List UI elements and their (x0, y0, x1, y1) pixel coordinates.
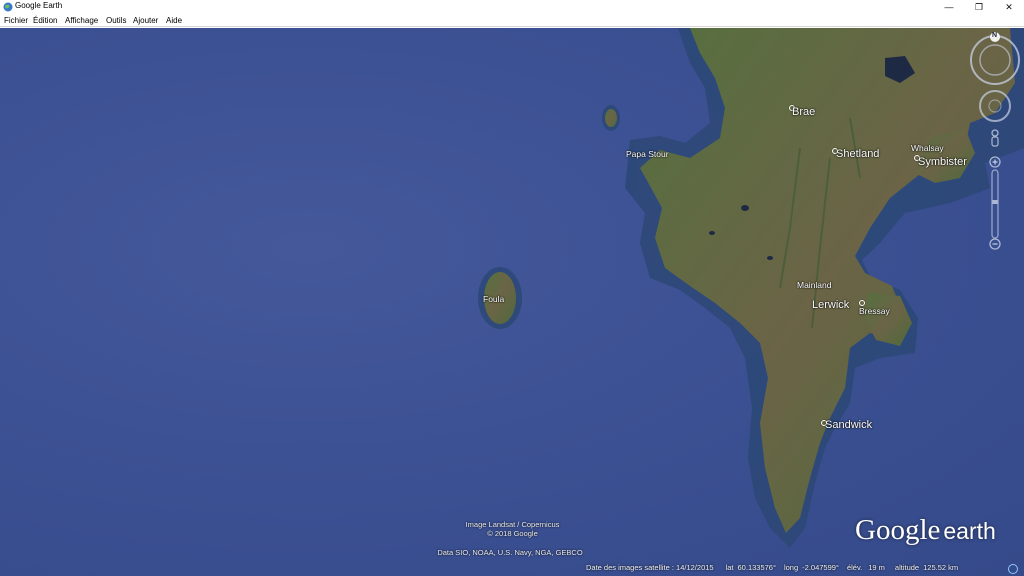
lat-value: 60.133576° (737, 563, 776, 572)
altitude-value: 125.52 km (923, 563, 959, 572)
place-label-symbister[interactable]: Symbister (918, 156, 967, 168)
compass-north-letter: N (992, 32, 998, 39)
status-bar: Date des images satellite : 14/12/2015 l… (586, 563, 958, 574)
elev-value: 19 m (868, 563, 885, 572)
close-button[interactable]: ✕ (994, 0, 1024, 14)
elev-label: élév. (846, 563, 863, 572)
menu-affichage[interactable]: Affichage (65, 16, 98, 25)
imagery-source: Image Landsat / Copernicus (465, 520, 560, 529)
minimize-icon: — (944, 2, 954, 12)
place-label-sandwick[interactable]: Sandwick (825, 419, 872, 431)
google-earth-logo: Google earth (855, 514, 996, 547)
lat-label: lat (725, 563, 734, 572)
menu-edition[interactable]: Édition (33, 16, 57, 25)
map-view[interactable]: Brae Shetland Whalsay Symbister Papa Sto… (0, 28, 1024, 576)
close-icon: ✕ (1005, 1, 1013, 12)
look-joystick[interactable] (979, 90, 1011, 122)
google-earth-app-icon (3, 2, 13, 12)
maximize-button[interactable]: ❐ (964, 0, 994, 14)
title-bar: Google Earth — ❐ ✕ (0, 0, 1024, 14)
street-view-pegman-icon[interactable] (991, 129, 999, 147)
menu-ajouter[interactable]: Ajouter (133, 16, 158, 25)
place-label-mainland[interactable]: Mainland (797, 280, 832, 290)
imagery-copyright: © 2018 Google (487, 529, 538, 538)
place-label-papa-stour[interactable]: Papa Stour (626, 149, 669, 159)
logo-brand: Google (855, 514, 941, 546)
place-label-shetland[interactable]: Shetland (836, 148, 879, 160)
long-label: long (783, 563, 799, 572)
menu-fichier[interactable]: Fichier (4, 16, 28, 25)
data-attribution: Data SIO, NOAA, U.S. Navy, NGA, GEBCO (437, 548, 583, 557)
logo-product: earth (943, 518, 996, 544)
place-label-lerwick[interactable]: Lerwick (812, 299, 849, 311)
zoom-slider[interactable] (989, 156, 1001, 250)
navigation-controls: N (965, 30, 1024, 280)
menu-aide[interactable]: Aide (166, 16, 182, 25)
place-label-whalsay[interactable]: Whalsay (911, 143, 944, 153)
altitude-label: altitude (894, 563, 920, 572)
imagery-date: Date des images satellite : 14/12/2015 (586, 563, 714, 572)
compass-ring[interactable] (970, 32, 1020, 85)
place-label-brae[interactable]: Brae (792, 106, 815, 118)
satellite-imagery (478, 28, 1024, 548)
menu-bar: Fichier Édition Affichage Outils Ajouter… (0, 14, 1024, 27)
place-label-foula[interactable]: Foula (483, 294, 504, 304)
imagery-attribution: Image Landsat / Copernicus © 2018 Google (440, 520, 585, 538)
menu-outils[interactable]: Outils (106, 16, 126, 25)
maximize-icon: ❐ (974, 1, 984, 12)
place-label-bressay[interactable]: Bressay (859, 306, 890, 316)
window-title: Google Earth (15, 1, 63, 10)
minimize-button[interactable]: — (934, 0, 964, 14)
long-value: -2.047599° (802, 563, 839, 572)
streaming-status-icon (1008, 564, 1018, 574)
